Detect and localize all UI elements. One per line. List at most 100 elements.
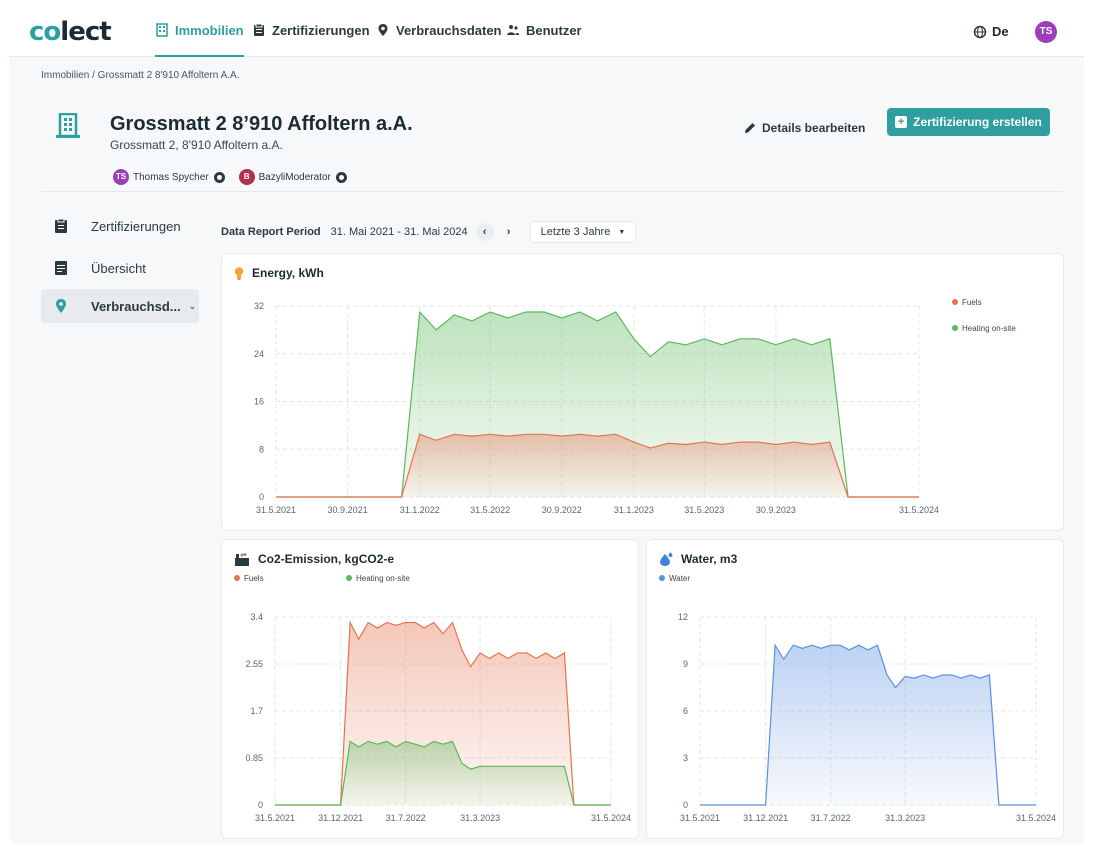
legend-label[interactable]: Fuels xyxy=(244,574,264,583)
nav-zertifizierungen[interactable]: Zertifizierungen xyxy=(252,23,370,57)
energy-chart: 0 8 16 24 32 31.5.2021 30.9.2021 31.1.2022 31.5.… xyxy=(254,298,1016,515)
pencil-icon xyxy=(745,123,755,133)
nav-verbrauchsdaten[interactable]: Verbrauchsdaten xyxy=(376,23,502,57)
co2-chart: 0 0.85 1.7 2.55 3.4 31.5.2021 31.12.2021 31.7.2… xyxy=(234,574,631,823)
x-tick-label: 31.12.2021 xyxy=(318,813,363,823)
sidebar-item-zertifizierungen[interactable]: Zertifizierungen xyxy=(41,209,199,243)
nav-verbrauchsdaten-label: Verbrauchsdaten xyxy=(396,23,502,38)
app-window: colect Immobilien Zertifizierungen Verbr… xyxy=(9,9,1084,844)
clipboard-icon xyxy=(254,23,264,36)
y-tick-label: 32 xyxy=(254,301,264,311)
x-tick-label: 31.5.2021 xyxy=(255,813,295,823)
create-certification-button[interactable]: + Zertifizierung erstellen xyxy=(887,108,1050,136)
x-tick-label: 31.5.2022 xyxy=(470,505,510,515)
series-area-fuels xyxy=(276,434,919,497)
legend-label[interactable]: Heating on-site xyxy=(962,324,1016,333)
co2-chart-card: Co2-Emission, kgCO2-e 0 0.85 1.7 2.55 3.4 31.… xyxy=(221,539,639,839)
pin-icon xyxy=(56,299,66,313)
y-tick-label: 12 xyxy=(678,612,688,622)
edit-details-button[interactable]: Details bearbeiten xyxy=(744,121,865,135)
x-tick-label: 31.3.2023 xyxy=(460,813,500,823)
sidebar-item-label: Übersicht xyxy=(91,260,146,276)
y-tick-label: 3 xyxy=(683,753,688,763)
period-range: 31. Mai 2021 - 31. Mai 2024 xyxy=(330,226,468,238)
legend-marker xyxy=(659,575,665,581)
water-chart-card: Water, m3 0 3 6 9 12 31.5.2021 31.12.2021 31.7.… xyxy=(646,539,1064,839)
avatar: TS xyxy=(113,169,129,185)
water-chart: 0 3 6 9 12 31.5.2021 31.12.2021 31.7.2022 31.3.2… xyxy=(659,574,1056,823)
language-switcher[interactable]: De xyxy=(973,24,1009,39)
user-role-icon[interactable] xyxy=(335,171,347,183)
top-navigation: colect Immobilien Zertifizierungen Verbr… xyxy=(9,9,1084,57)
y-tick-label: 6 xyxy=(683,706,688,716)
legend-label[interactable]: Fuels xyxy=(962,298,982,307)
create-certification-label: Zertifizierung erstellen xyxy=(913,115,1042,129)
clipboard-icon xyxy=(55,219,67,233)
nav-benutzer-label: Benutzer xyxy=(526,23,582,38)
period-select-value: Letzte 3 Jahre xyxy=(540,226,611,238)
building-icon xyxy=(56,113,80,138)
x-tick-label: 31.5.2024 xyxy=(899,505,939,515)
y-tick-label: 0 xyxy=(259,492,264,502)
language-label: De xyxy=(992,24,1009,39)
x-tick-label: 31.1.2022 xyxy=(400,505,440,515)
document-icon xyxy=(55,261,67,275)
legend-marker xyxy=(346,575,352,581)
report-period-bar: Data Report Period 31. Mai 2021 - 31. Ma… xyxy=(221,221,637,243)
sidebar-item-label: Verbrauchsd... xyxy=(91,298,181,314)
x-tick-label: 31.7.2022 xyxy=(386,813,426,823)
user-name: Thomas Spycher xyxy=(133,171,209,183)
nav-benutzer[interactable]: Benutzer xyxy=(506,23,582,57)
energy-chart-card: Energy, kWh 0 8 16 24 32 31.5.2021 30.9.2021 31… xyxy=(221,253,1064,531)
previous-period-button[interactable]: ‹ xyxy=(475,223,494,241)
x-tick-label: 31.5.2021 xyxy=(680,813,720,823)
page-title: Grossmatt 2 8’910 Affoltern a.A. xyxy=(110,113,413,135)
y-tick-label: 2.55 xyxy=(245,659,263,669)
y-tick-label: 24 xyxy=(254,349,264,359)
nav-immobilien-label: Immobilien xyxy=(175,23,244,38)
breadcrumb[interactable]: Immobilien / Grossmatt 2 8'910 Affoltern… xyxy=(41,70,240,81)
period-select[interactable]: Letzte 3 Jahre ▼ xyxy=(529,221,637,243)
users-icon xyxy=(507,25,519,35)
nav-immobilien[interactable]: Immobilien xyxy=(155,23,244,57)
legend-label[interactable]: Water xyxy=(669,574,690,583)
x-tick-label: 31.5.2024 xyxy=(1016,813,1056,823)
caret-down-icon: ▼ xyxy=(618,228,626,236)
x-tick-label: 31.5.2021 xyxy=(256,505,296,515)
building-icon xyxy=(156,23,168,37)
property-address: Grossmatt 2, 8'910 Affoltern a.A. xyxy=(110,138,283,152)
x-tick-label: 31.3.2023 xyxy=(885,813,925,823)
edit-details-label: Details bearbeiten xyxy=(762,121,866,135)
series-area-water xyxy=(700,645,1036,805)
x-tick-label: 30.9.2021 xyxy=(328,505,368,515)
y-tick-label: 16 xyxy=(254,397,264,407)
x-tick-label: 31.1.2023 xyxy=(614,505,654,515)
sidebar-item-label: Zertifizierungen xyxy=(91,218,181,234)
user-name: BazyliModerator xyxy=(258,171,331,183)
logo-text: lect xyxy=(60,17,111,47)
legend-label[interactable]: Heating on-site xyxy=(356,574,410,583)
x-tick-label: 31.12.2021 xyxy=(743,813,788,823)
divider xyxy=(41,191,1063,192)
chevron-down-icon: ⌄ xyxy=(188,300,197,311)
x-tick-label: 31.5.2024 xyxy=(591,813,631,823)
period-label: Data Report Period xyxy=(221,226,321,238)
avatar: B xyxy=(238,169,255,185)
sidebar-item-verbrauchsdaten[interactable]: Verbrauchsd... ⌄ xyxy=(41,289,199,323)
app-logo[interactable]: colect xyxy=(29,17,112,47)
assigned-users: TS Thomas Spycher B BazyliModerator xyxy=(113,169,361,185)
nav-zertifizierungen-label: Zertifizierungen xyxy=(272,23,370,38)
x-tick-label: 31.7.2022 xyxy=(811,813,851,823)
next-period-button[interactable]: › xyxy=(500,223,518,241)
x-tick-label: 30.9.2023 xyxy=(756,505,796,515)
y-tick-label: 8 xyxy=(259,444,264,454)
legend-marker xyxy=(952,299,958,305)
globe-icon xyxy=(973,25,987,38)
pin-icon xyxy=(378,24,388,36)
y-tick-label: 0 xyxy=(683,800,688,810)
user-role-icon[interactable] xyxy=(213,171,225,183)
sidebar-item-uebersicht[interactable]: Übersicht xyxy=(41,251,199,285)
legend-marker xyxy=(952,325,958,331)
y-tick-label: 0.85 xyxy=(245,753,263,763)
user-avatar[interactable]: TS xyxy=(1035,21,1057,43)
